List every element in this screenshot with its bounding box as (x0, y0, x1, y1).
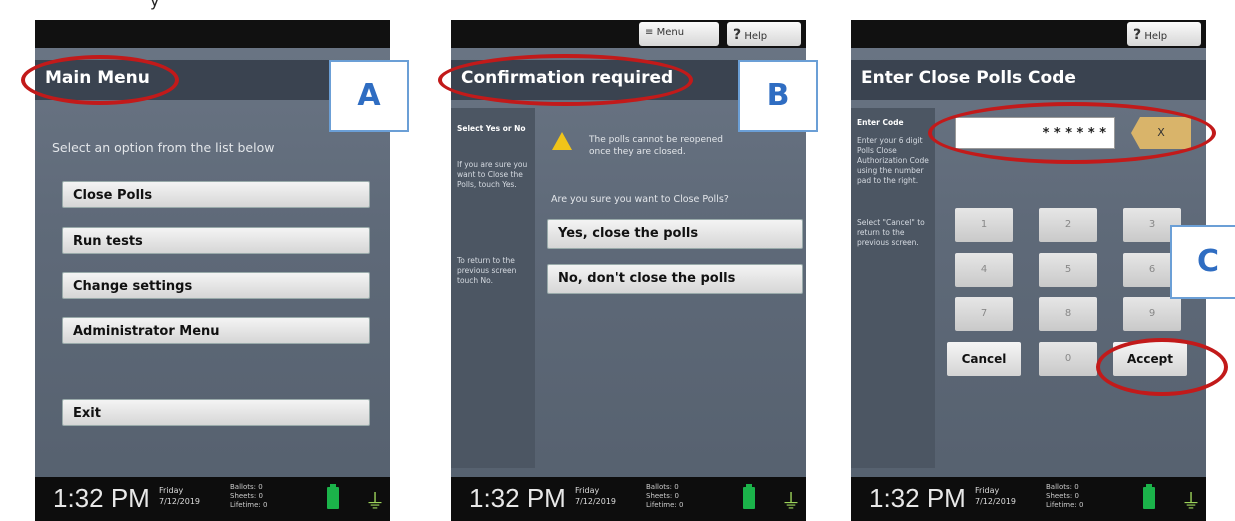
side-heading: Enter Code (857, 118, 904, 127)
side-text-1: Enter your 6 digit Polls Close Authoriza… (857, 136, 929, 185)
counters: Ballots: 0 Sheets: 0 Lifetime: 0 (646, 483, 683, 510)
change-settings-button[interactable]: Change settings (62, 272, 370, 299)
battery-icon (327, 484, 339, 509)
lifetime-count: Lifetime: 0 (230, 501, 268, 509)
cancel-button[interactable]: Cancel (947, 342, 1021, 376)
hamburger-icon: ≡ (645, 27, 654, 38)
sheets-count: Sheets: 0 (1046, 492, 1079, 500)
date-label: 7/12/2019 (975, 497, 1017, 506)
page-title: Enter Close Polls Code (861, 68, 1076, 88)
side-text-2: Select "Cancel" to return to the previou… (857, 218, 925, 247)
key-4[interactable]: 4 (955, 253, 1013, 287)
day-label: Friday (159, 486, 184, 495)
clock-time: 1:32 PM (469, 483, 566, 513)
sheets-count: Sheets: 0 (230, 492, 263, 500)
top-caption: y (150, 0, 160, 10)
side-text-2: To return to the previous screen touch N… (457, 256, 517, 285)
key-8[interactable]: 8 (1039, 297, 1097, 331)
highlight-ellipse-title-b (438, 54, 693, 106)
question-text: Are you sure you want to Close Polls? (551, 194, 729, 205)
side-heading: Select Yes or No (457, 124, 526, 133)
close-polls-button[interactable]: Close Polls (62, 181, 370, 208)
sheets-count: Sheets: 0 (646, 492, 679, 500)
run-tests-button[interactable]: Run tests (62, 227, 370, 254)
key-7[interactable]: 7 (955, 297, 1013, 331)
title-bar: Enter Close Polls Code (851, 60, 1206, 100)
key-1[interactable]: 1 (955, 208, 1013, 242)
key-0[interactable]: 0 (1039, 342, 1097, 376)
menu-button[interactable]: ≡ Menu (639, 22, 719, 46)
key-9[interactable]: 9 (1123, 297, 1181, 331)
label-c: C (1170, 225, 1235, 299)
date-label: 7/12/2019 (159, 497, 201, 506)
counters: Ballots: 0 Sheets: 0 Lifetime: 0 (230, 483, 267, 510)
clock-time: 1:32 PM (53, 483, 150, 513)
side-instructions: Select Yes or No If you are sure you wan… (451, 108, 535, 468)
date-label: 7/12/2019 (575, 497, 617, 506)
yes-close-polls-button[interactable]: Yes, close the polls (547, 219, 803, 249)
counters: Ballots: 0 Sheets: 0 Lifetime: 0 (1046, 483, 1083, 510)
help-button[interactable]: ? Help (1127, 22, 1201, 46)
status-footer: 1:32 PM Friday 7/12/2019 Ballots: 0 Sheets… (35, 477, 390, 521)
warning-icon (552, 132, 572, 150)
help-label: Help (1144, 31, 1168, 42)
power-plug-icon: ⏚ (1181, 489, 1201, 513)
lifetime-count: Lifetime: 0 (646, 501, 684, 509)
status-footer: 1:32 PM Friday 7/12/2019 Ballots: 0 Sheets… (851, 477, 1206, 521)
clock-time: 1:32 PM (869, 483, 966, 513)
question-icon: ? (733, 27, 742, 43)
highlight-ellipse-title-a (21, 55, 179, 105)
power-plug-icon: ⏚ (781, 489, 801, 513)
warning-text: The polls cannot be reopened once they a… (589, 135, 723, 157)
highlight-ellipse-code (928, 102, 1216, 164)
top-bar (35, 20, 390, 48)
help-button[interactable]: ? Help (727, 22, 801, 46)
day-label: Friday (575, 486, 600, 495)
key-5[interactable]: 5 (1039, 253, 1097, 287)
exit-button[interactable]: Exit (62, 399, 370, 426)
panel-enter-code: ? Help Enter Close Polls Code Enter Code… (851, 20, 1206, 521)
help-label: Help (744, 31, 768, 42)
ballots-count: Ballots: 0 (230, 483, 263, 491)
instruction-text: Select an option from the list below (52, 140, 275, 155)
highlight-ellipse-accept (1096, 338, 1228, 396)
side-text-1: If you are sure you want to Close the Po… (457, 160, 528, 189)
key-2[interactable]: 2 (1039, 208, 1097, 242)
side-instructions: Enter Code Enter your 6 digit Polls Clos… (851, 108, 935, 468)
clock-date: Friday 7/12/2019 (975, 485, 1016, 507)
ballots-count: Ballots: 0 (1046, 483, 1079, 491)
ballots-count: Ballots: 0 (646, 483, 679, 491)
question-icon: ? (1133, 27, 1142, 43)
menu-label: Menu (656, 27, 685, 38)
battery-icon (1143, 484, 1155, 509)
label-a: A (329, 60, 409, 132)
clock-date: Friday 7/12/2019 (159, 485, 200, 507)
power-plug-icon: ⏚ (365, 489, 385, 513)
clock-date: Friday 7/12/2019 (575, 485, 616, 507)
day-label: Friday (975, 486, 1000, 495)
status-footer: 1:32 PM Friday 7/12/2019 Ballots: 0 Sheets… (451, 477, 806, 521)
battery-icon (743, 484, 755, 509)
administrator-menu-button[interactable]: Administrator Menu (62, 317, 370, 344)
label-b: B (738, 60, 818, 132)
lifetime-count: Lifetime: 0 (1046, 501, 1084, 509)
no-dont-close-polls-button[interactable]: No, don't close the polls (547, 264, 803, 294)
